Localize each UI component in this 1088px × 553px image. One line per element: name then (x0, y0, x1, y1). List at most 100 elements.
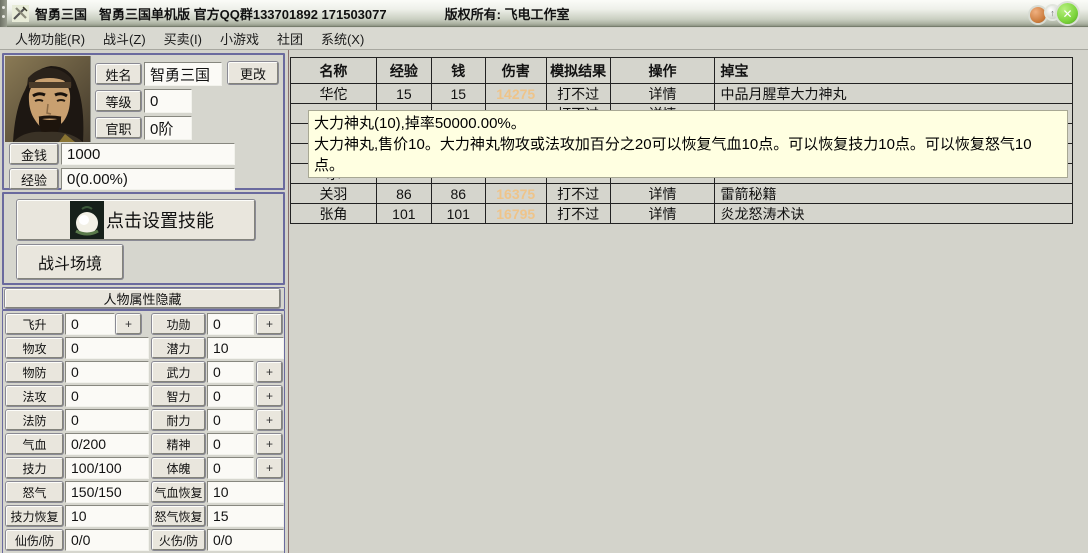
attr-label-right[interactable]: 功勋 (152, 314, 205, 334)
attribute-row: 怒气 150/150 气血恢复 10 (3, 481, 284, 505)
exp-field[interactable]: 0(0.00%) (61, 168, 235, 190)
increase-button[interactable]: + (257, 434, 282, 454)
attr-value-left[interactable]: 0 (65, 409, 149, 431)
attr-label-right[interactable]: 精神 (152, 434, 205, 454)
attr-label-left[interactable]: 物攻 (6, 338, 63, 358)
set-skill-button[interactable]: 点击设置技能 (17, 200, 255, 240)
attr-label-left[interactable]: 怒气 (6, 482, 63, 502)
exp-label-button[interactable]: 经验 (10, 169, 58, 189)
menu-item-system[interactable]: 系统(X) (312, 27, 373, 50)
rank-field[interactable]: 0阶 (144, 116, 192, 140)
cell-result: 打不过 (546, 84, 611, 104)
attr-label-right[interactable]: 气血恢复 (152, 482, 205, 502)
rank-label-button[interactable]: 官职 (96, 118, 141, 138)
battle-scene-button[interactable]: 战斗场境 (17, 245, 123, 279)
attr-value-right[interactable]: 10 (207, 337, 284, 359)
tooltip-line: 点。 (314, 157, 345, 174)
attribute-hide-button[interactable]: 人物属性隐藏 (5, 289, 280, 308)
item-tooltip: 大力神丸(10),掉率50000.00%。 大力神丸,售价10。大力神丸物攻或法… (308, 110, 1068, 178)
attr-label-right[interactable]: 智力 (152, 386, 205, 406)
increase-button[interactable]: + (257, 386, 282, 406)
increase-button[interactable]: + (257, 314, 282, 334)
attr-value-left[interactable]: 150/150 (65, 481, 149, 503)
menu-bar: 人物功能(R) 战斗(Z) 买卖(I) 小游戏 社团 系统(X) (0, 28, 1088, 50)
tooltip-line: 大力神丸,售价10。大力神丸物攻或法攻加百分之20可以恢复气血10点。可以恢复技… (314, 136, 1032, 153)
attr-value-right[interactable]: 0 (207, 433, 254, 455)
attr-value-right[interactable]: 10 (207, 481, 284, 503)
battle-scene-label: 战斗场境 (37, 256, 102, 273)
attr-label-left[interactable]: 法防 (6, 410, 63, 430)
minimize-button[interactable] (1030, 7, 1046, 23)
level-label-button[interactable]: 等级 (96, 91, 141, 111)
close-button[interactable]: ✕ (1057, 3, 1078, 24)
attr-value-left[interactable]: 100/100 (65, 457, 149, 479)
menu-item-guild[interactable]: 社团 (268, 27, 312, 50)
skill-panel: 点击设置技能 战斗场境 (2, 192, 285, 285)
increase-button[interactable]: + (116, 314, 141, 334)
change-name-button[interactable]: 更改 (228, 62, 278, 84)
attr-value-left[interactable]: 0 (65, 313, 115, 335)
attr-label-right[interactable]: 怒气恢复 (152, 506, 205, 526)
menu-item-character-functions[interactable]: 人物功能(R) (6, 27, 94, 50)
attr-value-right[interactable]: 0 (207, 457, 254, 479)
increase-button[interactable]: + (257, 410, 282, 430)
attributes-grid: 飞升 0 + 功勋 0 + 物攻 0 潜力 10 物防 0 武力 0 + 法攻 0 智力 0 + 法防 0 耐力 0 + 气血 0/… (3, 311, 284, 553)
attr-value-left[interactable]: 0 (65, 337, 149, 359)
attr-value-left[interactable]: 0 (65, 385, 149, 407)
attr-value-right[interactable]: 15 (207, 505, 284, 527)
cell-money: 86 (431, 184, 486, 204)
bun-skill-icon (70, 201, 104, 239)
attr-label-left[interactable]: 法攻 (6, 386, 63, 406)
app-title: 智勇三国 (35, 6, 88, 22)
attr-value-left[interactable]: 0/200 (65, 433, 149, 455)
attr-label-right[interactable]: 武力 (152, 362, 205, 382)
attr-label-right[interactable]: 体魄 (152, 458, 205, 478)
attribute-row: 飞升 0 + 功勋 0 + (3, 313, 284, 337)
cell-result: 打不过 (546, 184, 611, 204)
cell-result: 打不过 (546, 204, 611, 224)
money-field[interactable]: 1000 (61, 143, 235, 165)
cell-drop: 炎龙怒涛术诀 (715, 204, 1073, 224)
attr-label-left[interactable]: 飞升 (6, 314, 63, 334)
attr-value-right[interactable]: 0 (207, 409, 254, 431)
attr-value-right[interactable]: 0 (207, 361, 254, 383)
name-label-button[interactable]: 姓名 (96, 64, 141, 84)
attr-value-right[interactable]: 0/0 (207, 529, 284, 551)
increase-button[interactable]: + (257, 458, 282, 478)
app-subtitle: 智勇三国单机版 官方QQ群133701892 171503077 (99, 6, 387, 22)
main-content: 姓名 智勇三国 更改 等级 0 官职 0阶 金钱 1000 经验 0(0.00%… (0, 50, 1088, 553)
attr-label-right[interactable]: 火伤/防 (152, 530, 205, 550)
attr-label-right[interactable]: 耐力 (152, 410, 205, 430)
attr-value-left[interactable]: 0 (65, 361, 149, 383)
column-header: 模拟结果 (546, 58, 611, 84)
attribute-row: 仙伤/防 0/0 火伤/防 0/0 (3, 529, 284, 553)
attribute-row: 技力 100/100 体魄 0 + (3, 457, 284, 481)
attr-label-left[interactable]: 技力 (6, 458, 63, 478)
menu-item-battle[interactable]: 战斗(Z) (94, 27, 155, 50)
cell-action[interactable]: 详情 (610, 184, 716, 204)
attr-value-right[interactable]: 0 (207, 313, 254, 335)
attr-label-left[interactable]: 仙伤/防 (6, 530, 63, 550)
attr-value-left[interactable]: 10 (65, 505, 149, 527)
menu-item-trade[interactable]: 买卖(I) (155, 27, 211, 50)
table-row: 张角 101 101 16795 打不过 详情 炎龙怒涛术诀 (291, 204, 1073, 224)
app-window: 智勇三国 智勇三国单机版 官方QQ群133701892 171503077 版权… (0, 0, 1088, 553)
money-label-button[interactable]: 金钱 (10, 144, 58, 164)
column-header: 掉宝 (715, 58, 1073, 84)
attr-label-right[interactable]: 潜力 (152, 338, 205, 358)
attr-label-left[interactable]: 气血 (6, 434, 63, 454)
attr-value-right[interactable]: 0 (207, 385, 254, 407)
cell-drop: 中品月腥草大力神丸 (715, 84, 1073, 104)
attr-value-left[interactable]: 0/0 (65, 529, 149, 551)
name-field[interactable]: 智勇三国 (144, 62, 222, 86)
level-field[interactable]: 0 (144, 89, 192, 113)
menu-item-minigames[interactable]: 小游戏 (211, 27, 268, 50)
attr-label-left[interactable]: 物防 (6, 362, 63, 382)
increase-button[interactable]: + (257, 362, 282, 382)
attribute-row: 物防 0 武力 0 + (3, 361, 284, 385)
attribute-row: 法攻 0 智力 0 + (3, 385, 284, 409)
cell-action[interactable]: 详情 (610, 84, 716, 104)
attribute-row: 法防 0 耐力 0 + (3, 409, 284, 433)
cell-action[interactable]: 详情 (610, 204, 716, 224)
attr-label-left[interactable]: 技力恢复 (6, 506, 63, 526)
